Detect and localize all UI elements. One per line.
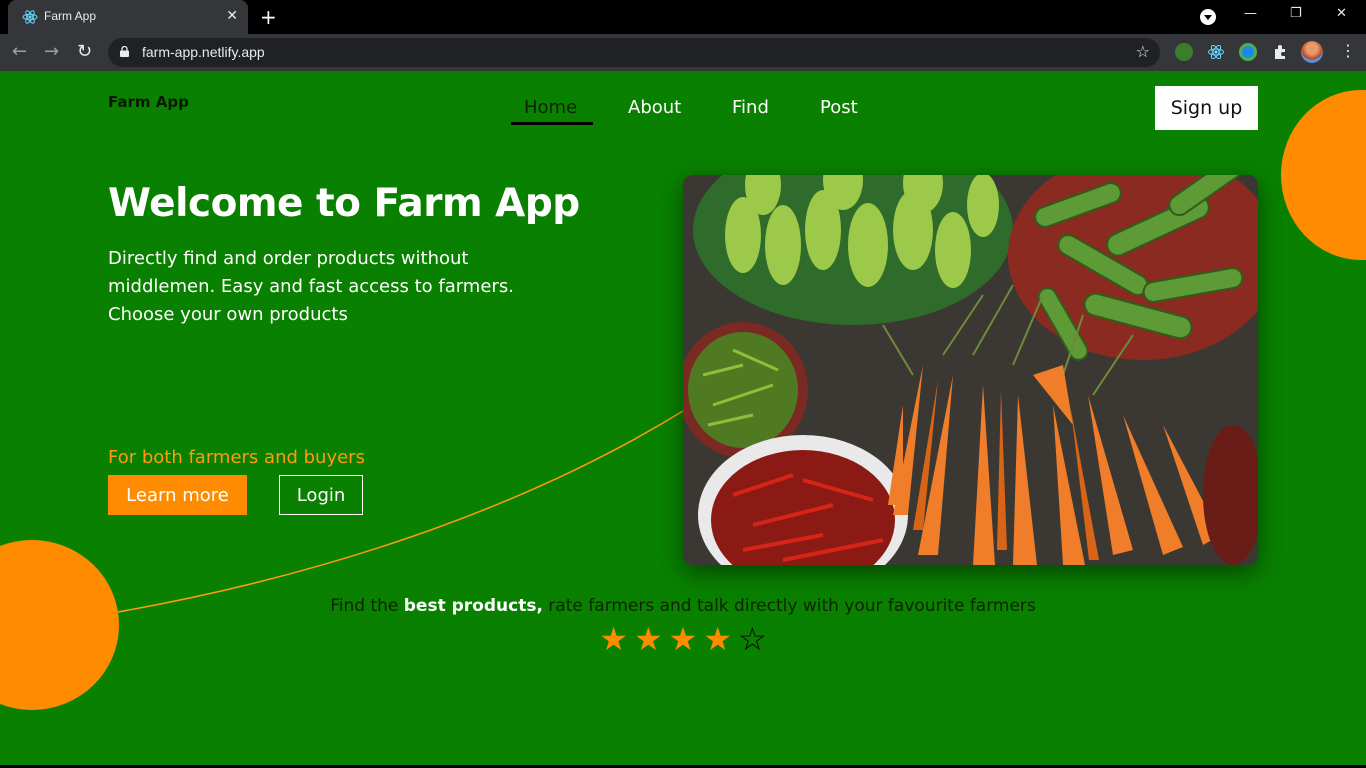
star-filled-icon[interactable]: ★ (669, 623, 698, 655)
page: Farm App Home About Find Post Sign up We… (0, 71, 1366, 768)
nav-find[interactable]: Find (732, 97, 769, 118)
back-button[interactable]: ← (12, 41, 27, 62)
avatar[interactable] (1301, 41, 1323, 63)
nav-home[interactable]: Home (524, 97, 577, 118)
signup-button[interactable]: Sign up (1155, 86, 1258, 130)
tagline-after: rate farmers and talk directly with your… (542, 596, 1036, 616)
new-tab-button[interactable]: + (260, 5, 277, 29)
nav-active-indicator (511, 122, 593, 125)
browser-toolbar: ← → ↻ farm-app.netlify.app ☆ ⋮ (0, 34, 1366, 71)
minimize-button[interactable]: — (1244, 6, 1257, 21)
address-bar[interactable]: farm-app.netlify.app ☆ (108, 38, 1160, 67)
hero-subtitle: Directly find and order products without… (108, 248, 514, 325)
puzzle-icon[interactable] (1271, 43, 1289, 61)
decorative-circle-top-right (1281, 90, 1366, 260)
nav-post[interactable]: Post (820, 97, 858, 118)
bookmark-star-icon[interactable]: ☆ (1136, 42, 1150, 61)
tagline-before: Find the (330, 596, 404, 616)
nav-about[interactable]: About (628, 97, 681, 118)
tagline: Find the best products, rate farmers and… (0, 596, 1366, 616)
brand-logo[interactable]: Farm App (108, 93, 189, 111)
menu-icon[interactable]: ⋮ (1340, 41, 1356, 60)
login-button[interactable]: Login (279, 475, 363, 515)
browser-tabbar: Farm App ✕ + — ❐ ✕ (0, 0, 1366, 34)
react-icon (22, 10, 38, 24)
hero-title: Welcome to Farm App (108, 181, 580, 226)
star-empty-icon[interactable]: ☆ (738, 623, 767, 655)
tab-title: Farm App (44, 9, 97, 23)
learn-more-button[interactable]: Learn more (108, 475, 247, 515)
lock-icon (120, 46, 129, 57)
star-filled-icon[interactable]: ★ (634, 623, 663, 655)
audience-text: For both farmers and buyers (108, 447, 365, 468)
star-filled-icon[interactable]: ★ (703, 623, 732, 655)
browser-tab[interactable]: Farm App ✕ (8, 0, 248, 34)
extension-icon-3[interactable] (1239, 43, 1257, 61)
reload-button[interactable]: ↻ (77, 41, 92, 62)
rating-stars: ★ ★ ★ ★ ☆ (0, 623, 1366, 655)
star-filled-icon[interactable]: ★ (599, 623, 628, 655)
vegetables-image (683, 175, 1258, 565)
react-devtools-icon[interactable] (1207, 43, 1225, 61)
close-tab-icon[interactable]: ✕ (226, 8, 238, 24)
vegetables-illustration (683, 175, 1258, 565)
extension-icon-1[interactable] (1175, 43, 1193, 61)
url-text: farm-app.netlify.app (142, 44, 265, 60)
forward-button[interactable]: → (44, 41, 59, 62)
tab-search-icon[interactable] (1200, 9, 1216, 25)
close-window-button[interactable]: ✕ (1336, 6, 1347, 21)
restore-button[interactable]: ❐ (1290, 6, 1302, 21)
tagline-highlight: best products, (403, 596, 543, 616)
